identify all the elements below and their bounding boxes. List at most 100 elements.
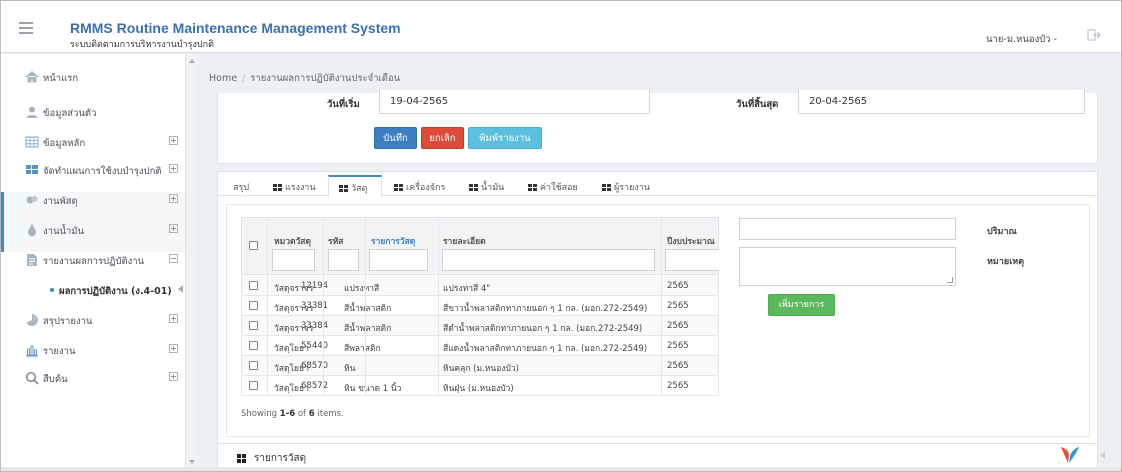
- cell-detail: แปรงทาสี 4": [443, 284, 491, 294]
- row-checkbox[interactable]: [249, 381, 258, 390]
- filter-code-input[interactable]: [328, 249, 359, 271]
- cell-detail: สีขาวน้ำพลาสติกทาภายนอก ๆ 1 กล. (มอก.272…: [443, 304, 648, 314]
- note-label: หมายเหตุ: [987, 257, 1025, 267]
- pager-text: Showing: [241, 409, 280, 419]
- cell-detail: หินฝุ่น (ม.หนองบัว): [443, 384, 514, 394]
- tab-oil[interactable]: น้ำมัน: [469, 175, 504, 196]
- add-item-button[interactable]: เพิ่มรายการ: [768, 294, 835, 316]
- cell-material: สีพลาสติก: [344, 344, 381, 354]
- sidebar-scrollbar[interactable]: [185, 54, 197, 471]
- column-header-detail[interactable]: รายละเอียด: [443, 234, 486, 248]
- row-checkbox[interactable]: [249, 321, 258, 330]
- tab-label: ค่าใช้สอย: [540, 183, 578, 193]
- plan-icon: [26, 165, 38, 174]
- pie-icon: [26, 314, 38, 326]
- sidebar-item-oil[interactable]: งานน้ำมัน: [1, 220, 185, 240]
- select-all-checkbox[interactable]: [249, 241, 258, 250]
- sidebar-item-search[interactable]: สืบค้น: [1, 368, 185, 388]
- end-date-input[interactable]: 20-04-2565: [798, 90, 1085, 114]
- tab-material[interactable]: วัสดุ: [328, 175, 382, 197]
- save-button[interactable]: บันทึก: [374, 127, 417, 149]
- print-report-button[interactable]: พิมพ์รายงาน: [468, 127, 542, 149]
- sidebar-item-label: งานพัสดุ: [43, 196, 78, 207]
- sidebar-item-plan[interactable]: จัดทำแผนการใช้งบบำรุงปกติ: [1, 160, 185, 180]
- note-textarea[interactable]: [739, 247, 956, 286]
- grid-icon: [273, 184, 282, 191]
- sidebar-subitem-result-g4-01[interactable]: ผลการปฏิบัติงาน (ง.4-01): [1, 280, 185, 300]
- column-header-fiscal-year[interactable]: ปีงบประมาณ: [667, 234, 715, 248]
- cell-detail: หินคลุก (ม.หนองบัว): [443, 364, 519, 374]
- bar-chart-icon: [26, 345, 38, 357]
- tab-summary[interactable]: สรุป: [233, 175, 249, 196]
- resize-grip-icon[interactable]: [947, 277, 953, 283]
- tab-label: แรงงาน: [285, 183, 316, 193]
- sidebar-item-report-result[interactable]: รายงานผลการปฏิบัติงาน: [1, 250, 185, 270]
- hamburger-menu-icon[interactable]: [19, 22, 33, 37]
- column-divider: [661, 217, 662, 395]
- pager-range: 1-6: [279, 409, 296, 419]
- user-menu[interactable]: นาย-ม.หนองบัว -: [986, 32, 1057, 47]
- tab-machinery[interactable]: เครื่องจักร: [394, 175, 445, 196]
- tab-label: ผู้รายงาน: [614, 183, 651, 193]
- expand-icon[interactable]: [169, 194, 178, 203]
- sidebar-item-label: ข้อมูลส่วนตัว: [43, 108, 97, 119]
- yii-logo-icon[interactable]: [1059, 444, 1081, 466]
- cell-fiscal-year: 2565: [667, 361, 689, 371]
- app-window: RMMS Routine Maintenance Management Syst…: [0, 0, 1122, 472]
- expand-icon[interactable]: [169, 224, 178, 233]
- horizontal-scrollbar[interactable]: [1, 467, 1121, 471]
- filter-category-input[interactable]: [272, 249, 315, 271]
- expand-icon[interactable]: [169, 314, 178, 323]
- row-checkbox[interactable]: [249, 301, 258, 310]
- sidebar-item-parcel[interactable]: งานพัสดุ: [1, 190, 185, 210]
- cell-fiscal-year: 2565: [667, 301, 689, 311]
- cell-fiscal-year: 2565: [667, 281, 689, 291]
- sidebar-item-home[interactable]: หน้าแรก: [1, 67, 185, 87]
- cell-material: สีน้ำพลาสติก: [344, 304, 392, 314]
- cell-material: สีน้ำพลาสติก: [344, 324, 392, 334]
- breadcrumb-home[interactable]: Home: [209, 73, 237, 84]
- filter-material-input[interactable]: [369, 249, 428, 271]
- tab-reporter[interactable]: ผู้รายงาน: [602, 175, 650, 196]
- tab-label: สรุป: [233, 183, 250, 193]
- sidebar-item-reports[interactable]: รายงาน: [1, 340, 185, 360]
- quantity-input[interactable]: [739, 218, 956, 240]
- caret-left-icon[interactable]: [178, 285, 183, 293]
- expand-icon[interactable]: [169, 136, 178, 145]
- logout-icon[interactable]: [1087, 29, 1101, 41]
- sidebar-item-label: รายงาน: [43, 346, 76, 357]
- row-checkbox[interactable]: [249, 361, 258, 370]
- expand-icon[interactable]: [169, 344, 178, 353]
- sidebar-item-label: หน้าแรก: [43, 73, 79, 84]
- material-list-title: รายการวัสดุ: [254, 453, 307, 464]
- expand-icon[interactable]: [169, 164, 178, 173]
- start-date-label: วันที่เริ่ม: [327, 99, 360, 110]
- filter-year-input[interactable]: [665, 249, 719, 271]
- row-checkbox[interactable]: [249, 341, 258, 350]
- sidebar-item-profile[interactable]: ข้อมูลส่วนตัว: [1, 102, 185, 122]
- tab-label: น้ำมัน: [481, 183, 505, 193]
- cancel-button[interactable]: ยกเลิก: [421, 127, 464, 149]
- sidebar-item-label: งานน้ำมัน: [43, 226, 85, 237]
- column-header-material[interactable]: รายการวัสดุ: [371, 234, 415, 248]
- tab-labor[interactable]: แรงงาน: [273, 175, 316, 196]
- filter-detail-input[interactable]: [442, 249, 655, 271]
- expand-icon[interactable]: [169, 372, 178, 381]
- start-date-input[interactable]: 19-04-2565: [379, 90, 650, 114]
- sidebar-item-master-data[interactable]: ข้อมูลหลัก: [1, 132, 185, 152]
- user-icon: [26, 106, 38, 118]
- column-divider: [323, 217, 324, 395]
- sidebar-item-label: รายงานผลการปฏิบัติงาน: [43, 256, 145, 267]
- row-checkbox[interactable]: [249, 281, 258, 290]
- tab-expenses[interactable]: ค่าใช้สอย: [528, 175, 578, 196]
- column-header-code[interactable]: รหัส: [328, 234, 343, 248]
- pager-text: items.: [314, 409, 344, 419]
- cell-detail: สีแดงน้ำพลาสติกทาภายนอก ๆ 1 กล. (มอก.272…: [443, 344, 648, 354]
- sidebar-item-summary[interactable]: สรุปรายงาน: [1, 310, 185, 330]
- oil-icon: [28, 224, 36, 237]
- tab-label: เครื่องจักร: [406, 183, 446, 193]
- column-header-category[interactable]: หมวดวัสดุ: [274, 234, 311, 248]
- sidebar-item-label: สืบค้น: [43, 374, 68, 385]
- collapse-icon[interactable]: [169, 254, 178, 263]
- collapse-toolbar-icon[interactable]: [1100, 451, 1105, 459]
